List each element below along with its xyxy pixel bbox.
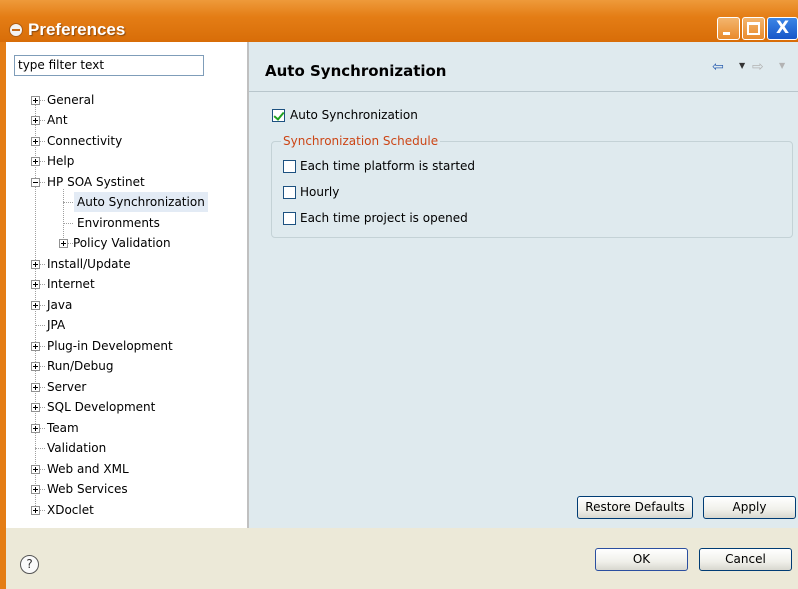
minimize-icon (723, 32, 730, 35)
forward-arrow-icon[interactable]: ⇨ (752, 59, 764, 75)
maximize-icon (747, 22, 760, 35)
back-dropdown-icon[interactable]: ▼ (739, 61, 745, 70)
apply-button[interactable]: Apply (703, 496, 796, 519)
window-title: Preferences (28, 20, 126, 39)
eclipse-icon (9, 23, 23, 37)
close-button[interactable]: X (767, 17, 798, 40)
minimize-button[interactable] (717, 17, 740, 40)
expand-icon[interactable] (31, 96, 40, 105)
filter-input[interactable]: type filter text (14, 55, 204, 76)
title-bar[interactable]: Preferences X (0, 0, 798, 42)
help-icon[interactable]: ? (20, 555, 39, 574)
preference-tree-panel (6, 42, 247, 528)
header-divider (249, 91, 798, 92)
expand-icon[interactable] (31, 342, 40, 351)
expand-icon[interactable] (31, 383, 40, 392)
expand-icon[interactable] (31, 260, 40, 269)
expand-icon[interactable] (31, 465, 40, 474)
back-arrow-icon[interactable]: ⇦ (712, 59, 724, 75)
project-opened-checkbox[interactable] (283, 212, 296, 225)
maximize-button[interactable] (742, 17, 765, 40)
auto-sync-checkbox[interactable] (272, 109, 285, 122)
expand-icon[interactable] (31, 116, 40, 125)
expand-icon[interactable] (31, 362, 40, 371)
expand-icon[interactable] (31, 301, 40, 310)
collapse-icon[interactable] (31, 178, 40, 187)
expand-icon[interactable] (31, 485, 40, 494)
expand-icon[interactable] (31, 424, 40, 433)
auto-sync-label: Auto Synchronization (290, 108, 418, 122)
expand-icon[interactable] (31, 157, 40, 166)
platform-started-label: Each time platform is started (300, 159, 476, 173)
page-title: Auto Synchronization (265, 62, 447, 80)
tree-child-line (63, 189, 64, 244)
cancel-button[interactable]: Cancel (699, 548, 792, 571)
project-opened-label: Each time project is opened (300, 211, 468, 225)
expand-icon[interactable] (59, 239, 68, 248)
expand-icon[interactable] (31, 280, 40, 289)
expand-icon[interactable] (31, 137, 40, 146)
synchronization-schedule-label: Synchronization Schedule (281, 134, 441, 148)
platform-started-checkbox[interactable] (283, 160, 296, 173)
close-icon: X (775, 18, 790, 38)
ok-button[interactable]: OK (595, 548, 688, 571)
hourly-checkbox[interactable] (283, 186, 296, 199)
expand-icon[interactable] (31, 506, 40, 515)
forward-dropdown-icon[interactable]: ▼ (779, 61, 785, 70)
hourly-label: Hourly (300, 185, 340, 199)
expand-icon[interactable] (31, 403, 40, 412)
restore-defaults-button[interactable]: Restore Defaults (577, 496, 693, 519)
